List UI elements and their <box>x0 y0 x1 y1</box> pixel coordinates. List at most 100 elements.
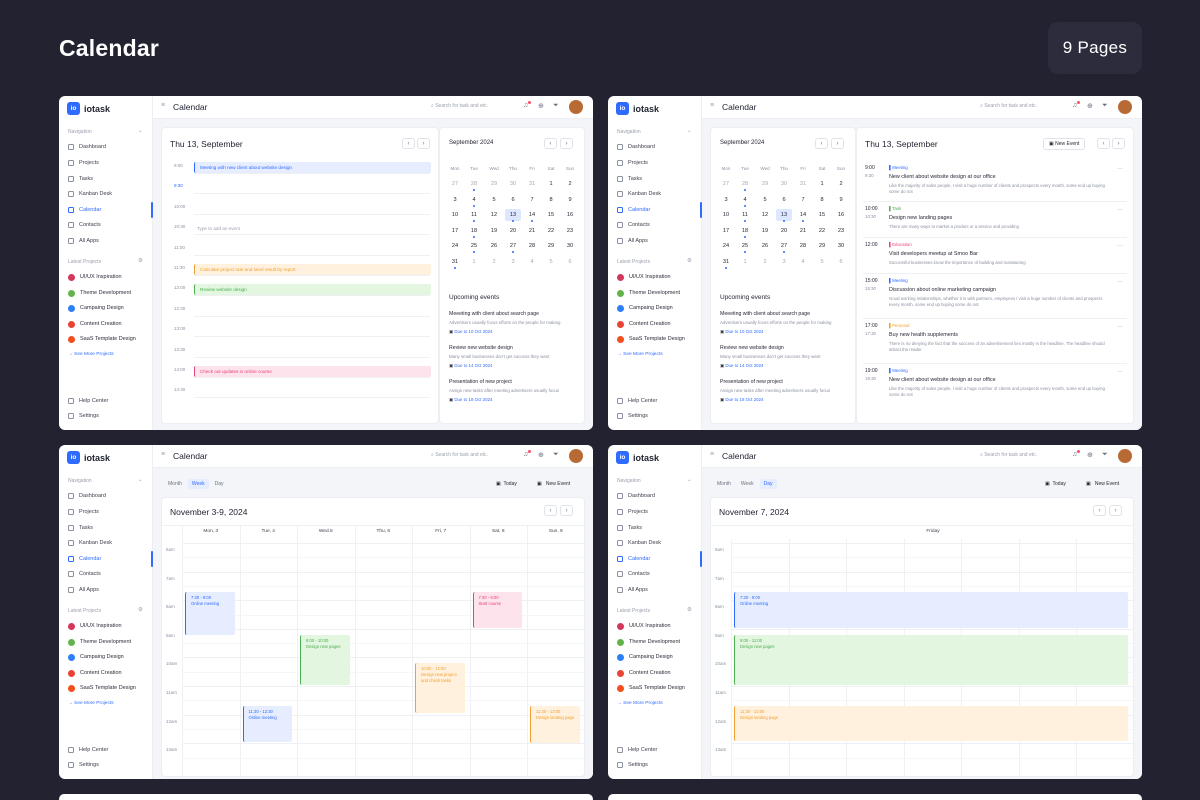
agenda-title[interactable]: Buy new health supplements <box>889 332 958 338</box>
calendar-day[interactable]: 28 <box>795 240 811 252</box>
collapse-icon[interactable]: ⌄ <box>687 128 692 134</box>
calendar-day[interactable]: 6 <box>562 256 578 268</box>
calendar-day[interactable]: 5 <box>486 194 502 206</box>
week-event[interactable]: 7:30 - 9:00 Online meeting <box>185 591 235 635</box>
next-week-button[interactable]: › <box>560 505 573 516</box>
calendar-day[interactable]: 1 <box>466 256 482 268</box>
new-event-button[interactable]: ▣ New Event <box>1086 481 1119 487</box>
calendar-day[interactable]: 9 <box>833 194 849 206</box>
day-event[interactable]: Calculate project rate and send result b… <box>194 264 431 275</box>
calendar-day[interactable]: 28 <box>524 240 540 252</box>
calendar-day[interactable]: 30 <box>776 178 792 190</box>
project-item[interactable]: Campaing Design <box>617 303 673 313</box>
calendar-day[interactable]: 23 <box>833 225 849 237</box>
calendar-day[interactable]: 24 <box>718 240 734 252</box>
sidebar-item-kanban-desk[interactable]: Kanban Desk <box>68 538 112 548</box>
sidebar-item-kanban-desk[interactable]: Kanban Desk <box>617 189 661 199</box>
new-event-button[interactable]: ▣ New Event <box>537 481 570 487</box>
project-item[interactable]: SaaS Template Design <box>68 334 136 344</box>
sidebar-item-dashboard[interactable]: Dashboard <box>617 142 655 152</box>
calendar-day[interactable]: 5 <box>543 256 559 268</box>
calendar-day[interactable]: 20 <box>505 225 521 237</box>
calendar-day[interactable]: 21 <box>795 225 811 237</box>
calendar-day[interactable]: 19 <box>757 225 773 237</box>
more-icon[interactable]: ··· <box>1117 324 1123 330</box>
agenda-title[interactable]: New client about website design at our o… <box>889 377 996 383</box>
calendar-day[interactable]: 31 <box>795 178 811 190</box>
calendar-day[interactable]: 27 <box>718 178 734 190</box>
add-icon[interactable]: ⊕ <box>1087 451 1093 459</box>
week-tab[interactable]: Week <box>737 479 758 489</box>
next-month-button[interactable]: › <box>831 138 844 149</box>
calendar-day[interactable]: 6 <box>776 194 792 206</box>
prev-day-button[interactable]: ‹ <box>1093 505 1106 516</box>
search-input[interactable]: ⌕ Search for task and etc. <box>431 452 488 458</box>
project-item[interactable]: Content Creation <box>68 668 122 678</box>
calendar-day[interactable]: 22 <box>543 225 559 237</box>
sidebar-item-tasks[interactable]: Tasks <box>617 174 642 184</box>
calendar-day[interactable]: 30 <box>833 240 849 252</box>
calendar-day[interactable]: 29 <box>486 178 502 190</box>
collapse-icon[interactable]: ⌄ <box>687 477 692 483</box>
prev-week-button[interactable]: ‹ <box>544 505 557 516</box>
calendar-day[interactable]: 26 <box>486 240 502 252</box>
week-event[interactable]: 11:30 - 12:30 Online meeting <box>242 706 292 743</box>
agenda-title[interactable]: New client about website design at our o… <box>889 174 996 180</box>
settings-icon[interactable]: ⚙ <box>138 607 143 613</box>
menu-icon[interactable]: ≡ <box>161 451 165 458</box>
filter-icon[interactable]: ⏷ <box>1102 451 1108 459</box>
month-tab[interactable]: Month <box>164 479 186 489</box>
calendar-day[interactable]: 4 <box>524 256 540 268</box>
calendar-day[interactable]: 31 <box>718 256 734 268</box>
calendar-day[interactable]: 15 <box>814 209 830 221</box>
sidebar-item-all-apps[interactable]: All Apps <box>68 236 99 246</box>
agenda-title[interactable]: Discussion about online marketing campai… <box>889 287 996 293</box>
sidebar-item-contacts[interactable]: Contacts <box>68 220 101 230</box>
collapse-icon[interactable]: ⌄ <box>138 477 143 483</box>
week-event[interactable]: 7:30 - 9:00 Start course <box>472 591 522 628</box>
project-item[interactable]: UI/UX Inspiration <box>617 621 671 631</box>
sidebar-item-all-apps[interactable]: All Apps <box>617 236 648 246</box>
search-input[interactable]: ⌕ Search for task and etc. <box>431 103 488 109</box>
project-item[interactable]: UI/UX Inspiration <box>617 272 671 282</box>
day-event[interactable]: Type to add an event <box>194 223 431 235</box>
project-item[interactable]: Content Creation <box>68 319 122 329</box>
week-tab[interactable]: Week <box>187 479 209 489</box>
menu-icon[interactable]: ≡ <box>710 451 714 458</box>
calendar-day[interactable]: 3 <box>776 256 792 268</box>
project-item[interactable]: UI/UX Inspiration <box>68 621 122 631</box>
add-icon[interactable]: ⊕ <box>538 451 544 459</box>
upcoming-event-title[interactable]: Review new website design <box>449 345 513 351</box>
project-item[interactable]: Theme Development <box>617 637 680 647</box>
calendar-day[interactable]: 7 <box>524 194 540 206</box>
see-more-projects-link[interactable]: → See More Projects <box>617 701 663 706</box>
day-tab[interactable]: Day <box>211 479 228 489</box>
sidebar-item-all-apps[interactable]: All Apps <box>617 585 648 595</box>
calendar-day[interactable]: 9 <box>562 194 578 206</box>
sidebar-item-projects[interactable]: Projects <box>68 507 99 517</box>
project-item[interactable]: SaaS Template Design <box>617 683 685 693</box>
today-button[interactable]: ▣ Today <box>1045 481 1066 487</box>
calendar-day[interactable]: 2 <box>562 178 578 190</box>
search-input[interactable]: ⌕ Search for task and etc. <box>980 103 1037 109</box>
calendar-day[interactable]: 8 <box>814 194 830 206</box>
today-button[interactable]: ▣ Today <box>496 481 517 487</box>
project-item[interactable]: Theme Development <box>68 637 131 647</box>
filter-icon[interactable]: ⏷ <box>1102 102 1108 110</box>
calendar-day[interactable]: 6 <box>505 194 521 206</box>
help-center-link[interactable]: Help Center <box>617 745 657 755</box>
sidebar-item-kanban-desk[interactable]: Kanban Desk <box>617 538 661 548</box>
settings-icon[interactable]: ⚙ <box>687 607 692 613</box>
calendar-day[interactable]: 27 <box>447 178 463 190</box>
calendar-day[interactable]: 17 <box>718 225 734 237</box>
menu-icon[interactable]: ≡ <box>710 102 714 109</box>
settings-icon[interactable]: ⚙ <box>687 258 692 264</box>
help-center-link[interactable]: Help Center <box>617 396 657 406</box>
calendar-day[interactable]: 1 <box>543 178 559 190</box>
see-more-projects-link[interactable]: → See More Projects <box>68 701 114 706</box>
calendar-day[interactable]: 4 <box>466 194 482 206</box>
avatar[interactable] <box>1118 449 1132 463</box>
calendar-day[interactable]: 31 <box>524 178 540 190</box>
project-item[interactable]: Campaing Design <box>68 652 124 662</box>
sidebar-item-all-apps[interactable]: All Apps <box>68 585 99 595</box>
